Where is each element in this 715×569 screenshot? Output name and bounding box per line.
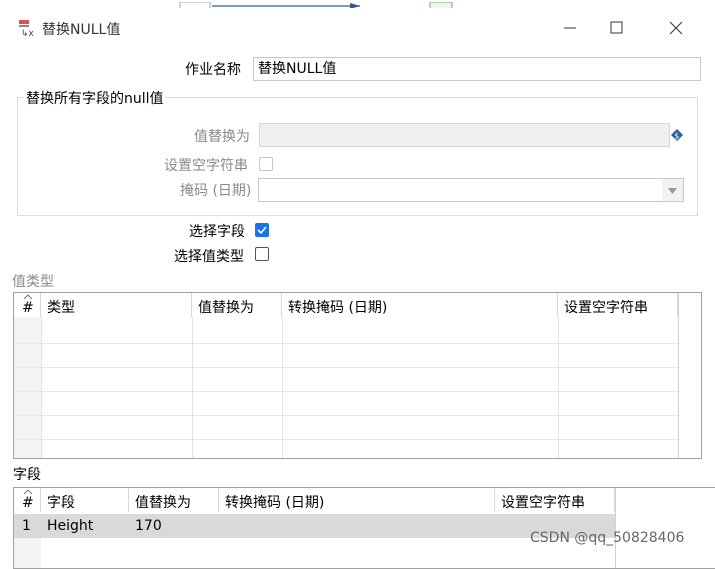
grid-line [558,317,559,458]
value-type-table[interactable]: # 类型 值替换为 转换掩码 (日期) 设置空字符串 [13,292,702,459]
sort-icon [23,294,33,300]
grid-line [41,317,42,458]
column-header-field[interactable]: 字段 [41,488,129,512]
maximize-button[interactable] [602,14,632,42]
select-value-type-checkbox[interactable] [255,247,269,261]
job-name-label: 作业名称 [185,62,241,78]
column-header-num[interactable]: # [14,488,41,512]
select-field-label: 选择字段 [189,224,245,240]
svg-text:$: $ [674,132,679,141]
background-app-strip [0,0,715,11]
window-title: 替换NULL值 [42,22,121,38]
select-field-checkbox[interactable] [255,223,269,237]
checkmark-icon [257,226,267,235]
app-icon: ↳x [19,20,35,37]
grid-line [678,293,679,458]
row-number-gutter [14,317,41,458]
grid-line [14,391,678,392]
column-header-empty[interactable]: 设置空字符串 [495,488,615,512]
column-header-empty[interactable]: 设置空字符串 [558,293,678,317]
column-header-num[interactable]: # [14,293,41,317]
field-cell[interactable]: Height [41,514,129,538]
set-empty-checkbox[interactable] [259,157,273,171]
replace-value-label: 值替换为 [194,129,250,145]
maximize-icon [610,21,623,34]
replace-all-group-title: 替换所有字段的null值 [24,88,166,108]
row-number-gutter [14,538,41,568]
column-header-replace[interactable]: 值替换为 [192,293,282,317]
row-number: 1 [22,518,31,534]
close-button[interactable] [661,14,691,42]
column-header-mask[interactable]: 转换掩码 (日期) [282,293,558,317]
replace-cell[interactable]: 170 [129,514,219,538]
dropdown-arrow-icon [668,188,677,194]
svg-text:↳x: ↳x [21,29,35,37]
close-icon [669,21,683,35]
grid-line [282,317,283,458]
select-value-type-label: 选择值类型 [174,249,244,265]
mask-select[interactable] [258,178,684,202]
job-name-input[interactable]: 替换NULL值 [253,57,701,81]
mask-label: 掩码 (日期) [180,183,252,199]
minimize-icon [564,27,576,29]
table-row[interactable]: 1 Height 170 [14,514,615,538]
grid-line [192,317,193,458]
grid-line [14,343,678,344]
grid-line [14,439,678,440]
sort-icon [23,489,33,495]
column-header-mask[interactable]: 转换掩码 (日期) [219,488,495,512]
column-header-type[interactable]: 类型 [41,293,192,317]
value-type-section-title: 值类型 [12,274,54,290]
replace-value-input[interactable] [259,123,670,147]
grid-line [615,488,616,568]
variable-icon[interactable]: $ [671,129,683,141]
grid-line [14,367,678,368]
fields-section-title: 字段 [13,467,41,483]
column-header-replace[interactable]: 值替换为 [129,488,219,512]
minimize-button[interactable] [555,14,585,42]
mask-dropdown-button[interactable] [662,179,683,201]
grid-line [14,415,678,416]
watermark: CSDN @qq_50828406 [530,530,685,546]
set-empty-label: 设置空字符串 [164,158,248,174]
